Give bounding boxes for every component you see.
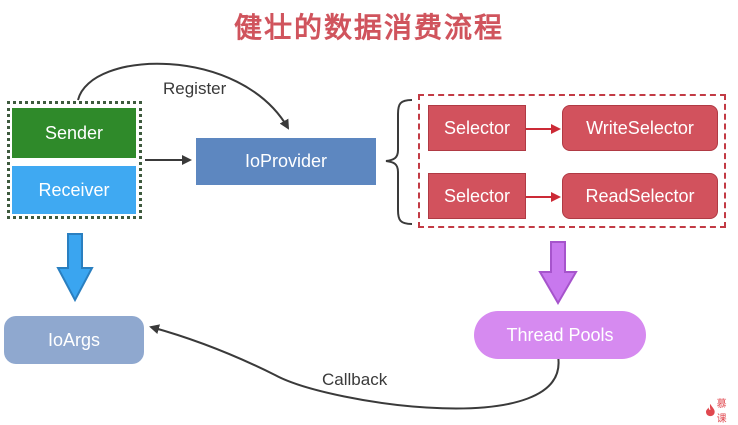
receiver-node: Receiver [12, 166, 136, 214]
flame-logo-icon [706, 403, 715, 417]
ioargs-node: IoArgs [4, 316, 144, 364]
brace-shape [385, 99, 413, 225]
sender-node: Sender [12, 108, 136, 158]
callback-label: Callback [322, 370, 388, 389]
receiver-to-ioargs-block-arrow [56, 233, 94, 303]
write-selector-node: WriteSelector [562, 105, 718, 151]
selector-node-1: Selector [428, 105, 526, 151]
logo-text: 慕课 [716, 399, 727, 425]
register-label: Register [163, 79, 227, 98]
thread-pools-node: Thread Pools [474, 311, 646, 359]
selector-node-2: Selector [428, 173, 526, 219]
read-selector-node: ReadSelector [562, 173, 718, 219]
selectors-to-threadpools-block-arrow [538, 241, 578, 305]
ioprovider-node: IoProvider [196, 138, 376, 185]
brand-logo: 慕课 [706, 399, 734, 425]
